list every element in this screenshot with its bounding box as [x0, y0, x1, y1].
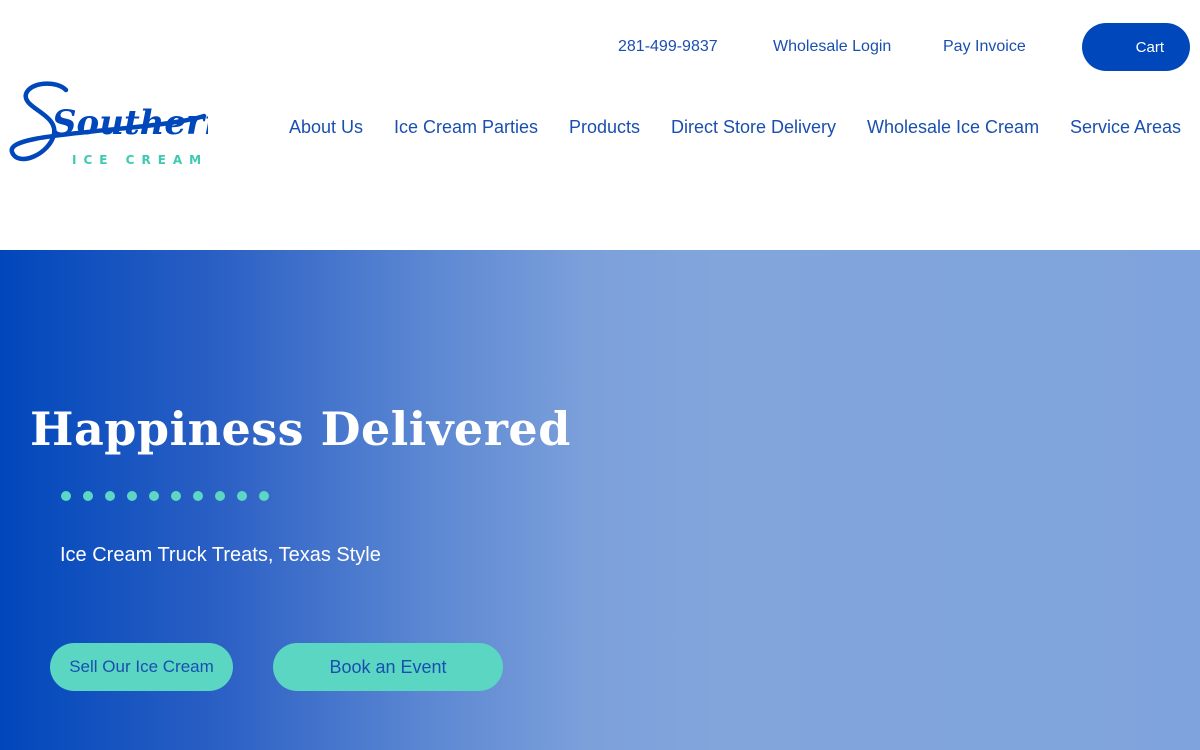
site-header: 281-499-9837 Wholesale Login Pay Invoice… [0, 0, 1200, 250]
hero-banner: Happiness Delivered Ice Cream Truck Trea… [0, 250, 1200, 750]
sell-ice-cream-button[interactable]: Sell Our Ice Cream [50, 643, 233, 691]
wholesale-login-link[interactable]: Wholesale Login [773, 38, 891, 56]
book-event-label: Book an Event [329, 656, 447, 677]
divider-dot [149, 491, 159, 501]
divider-dot [215, 491, 225, 501]
divider-dot [61, 491, 71, 501]
divider-dot [171, 491, 181, 501]
divider-dot [237, 491, 247, 501]
hero-title: Happiness Delivered [30, 402, 571, 456]
nav-ice-cream-parties[interactable]: Ice Cream Parties [394, 117, 538, 138]
divider-dot [193, 491, 203, 501]
nav-service-areas[interactable]: Service Areas [1070, 117, 1181, 138]
logo-tagline: ICE CREAM [72, 153, 208, 167]
nav-direct-store-delivery[interactable]: Direct Store Delivery [671, 117, 836, 138]
divider-dot [127, 491, 137, 501]
nav-about-us[interactable]: About Us [289, 117, 363, 138]
phone-link[interactable]: 281-499-9837 [618, 38, 718, 56]
divider-dot [105, 491, 115, 501]
hero-subtitle: Ice Cream Truck Treats, Texas Style [60, 544, 381, 566]
cart-button-label: Cart [1135, 38, 1164, 56]
nav-products[interactable]: Products [569, 117, 640, 138]
divider-dot [83, 491, 93, 501]
book-event-button[interactable]: Book an Event [273, 643, 503, 691]
cart-button[interactable]: Cart [1082, 23, 1190, 71]
divider-dot [259, 491, 269, 501]
pay-invoice-link[interactable]: Pay Invoice [943, 38, 1026, 56]
nav-wholesale-ice-cream[interactable]: Wholesale Ice Cream [867, 117, 1039, 138]
dotted-divider [61, 491, 269, 501]
sell-ice-cream-label: Sell Our Ice Cream [69, 657, 214, 676]
main-nav: About Us Ice Cream Parties Products Dire… [0, 117, 1200, 141]
